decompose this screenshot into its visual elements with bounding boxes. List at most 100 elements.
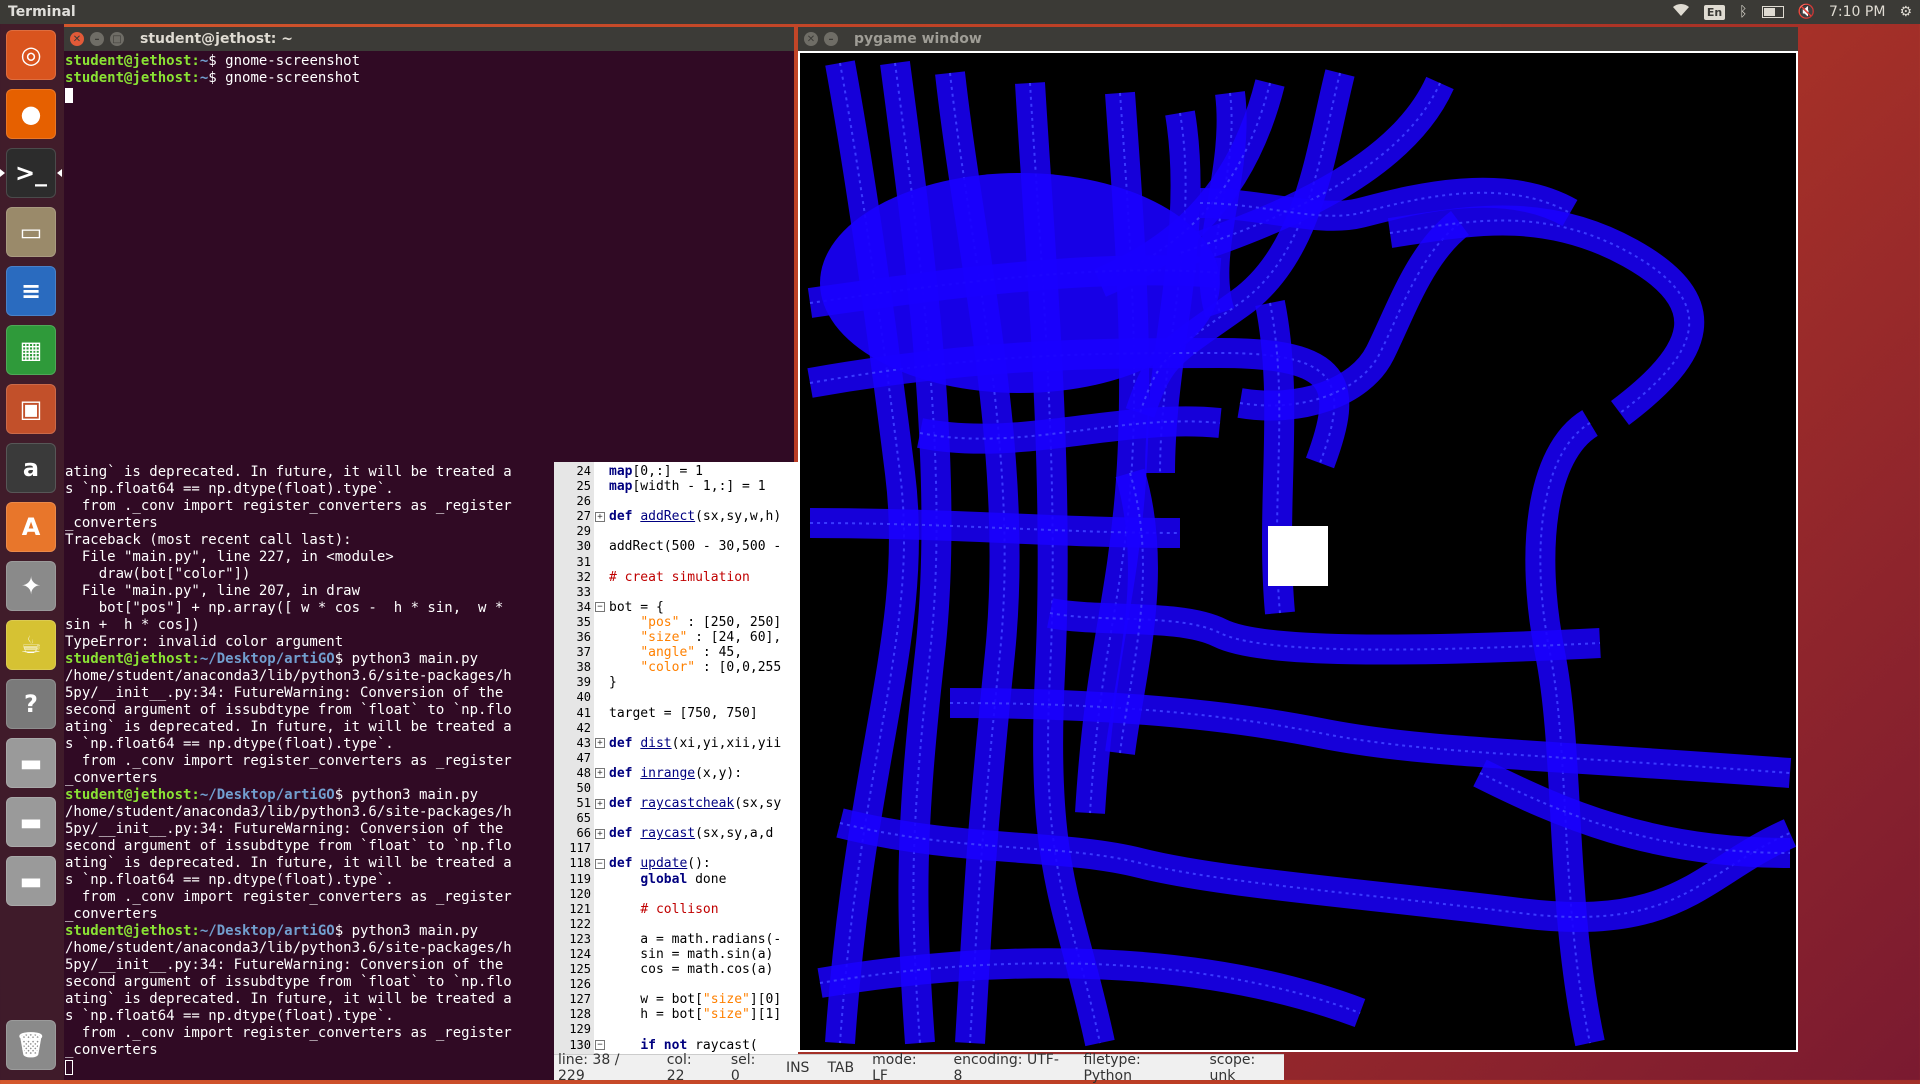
fold-collapse-icon[interactable]: − [595,602,605,613]
prompt-path: ~/Desktop/artiGO [199,923,335,939]
software-center-icon[interactable]: A [6,502,56,552]
code-line[interactable]: 51 + def raycastcheak(sx,sy [554,796,782,812]
code-line[interactable]: 119 global done [554,872,781,887]
ubuntu-dash-icon[interactable]: ◎ [6,30,56,80]
minimize-icon[interactable]: – [90,32,104,46]
code-line[interactable]: 130− if not raycast( [554,1038,781,1053]
code-line[interactable]: 126 [554,977,781,992]
code-line[interactable]: 120 [554,887,781,902]
terminal-line: s `np.float64 == np.dtype(float).type`. [65,736,394,752]
code-line[interactable]: 66 + def raycast(sx,sy,a,d [554,826,781,841]
fold-collapse-icon[interactable]: − [595,1040,605,1051]
code-token: : [0,0,255 [695,660,782,676]
keyboard-language-indicator[interactable]: En [1703,4,1726,20]
battery-icon[interactable] [1761,6,1784,18]
code-line[interactable]: 40 [554,690,781,705]
code-editor[interactable]: 24 map[0,:] = 1 25 map[width - 1,:] = 1 26 27… [554,462,798,1054]
code-token: (sx,sy [734,796,782,812]
code-line[interactable]: 128 h = bot["size"][1] [554,1007,781,1022]
code-line[interactable]: 29 [554,524,781,539]
files-icon[interactable]: ▭ [6,207,56,257]
code-line[interactable]: 118− def update(): [554,856,781,871]
writer-icon[interactable]: ≡ [6,266,56,316]
code-line[interactable]: 43 + def dist(xi,yi,xii,yii [554,736,782,751]
disk-1-icon[interactable]: ▬ [6,738,56,788]
code-line[interactable]: 121 # collison [554,902,781,917]
fold-expand-icon[interactable]: + [595,738,605,749]
trash-icon[interactable]: 🗑 [6,1020,56,1070]
code-line[interactable]: 47 [554,751,781,766]
calc-icon[interactable]: ▦ [6,325,56,375]
terminal-output[interactable]: student@jethost:~$ gnome-screenshot stude… [64,51,794,106]
code-line[interactable]: 37 "angle" : 45, [554,645,781,660]
code-line[interactable]: 38 "color" : [0,0,255 [554,660,782,676]
bot-trail [917,406,1222,454]
code-line[interactable]: 34− bot = { [554,600,781,615]
code-line[interactable]: 65 [554,811,781,826]
fold-expand-icon[interactable]: + [595,768,605,779]
code-line[interactable]: 122 [554,917,781,932]
close-icon[interactable]: ✕ [804,32,818,46]
prompt-command: $ python3 main.py [334,787,479,803]
line-number: 125 [569,962,591,977]
code-line[interactable]: 123 a = math.radians(- [554,932,781,947]
code-line[interactable]: 30 addRect(500 - 30,500 - [554,539,782,554]
terminal-line: Traceback (most recent call last): [65,532,352,548]
code-line[interactable]: 33 [554,585,781,600]
terminal-window[interactable]: ✕ – □ student@jethost: ~ student@jethost… [64,27,794,462]
code-line[interactable]: 41 target = [750, 750] [554,706,781,721]
code-line[interactable]: 35 "pos" : [250, 250] [554,615,782,630]
bluetooth-icon[interactable]: ᛒ [1739,4,1747,20]
help-icon[interactable]: ? [6,679,56,729]
amazon-icon[interactable]: a [6,443,56,493]
code-text: map[0,:] = 1 [609,464,703,479]
tea-pot-icon[interactable]: ☕ [6,620,56,670]
fold-expand-icon[interactable]: + [595,798,605,809]
terminal-background-window[interactable]: ating` is deprecated. In future, it will… [64,462,554,1080]
firefox-icon[interactable]: ● [6,89,56,139]
active-app-title[interactable]: Terminal [8,4,76,20]
code-line[interactable]: 27 + def addRect(sx,sy,w,h) [554,509,782,524]
line-number: 29 [576,524,591,539]
fold-expand-icon[interactable]: + [595,511,605,522]
clock[interactable]: 7:10 PM [1829,4,1885,20]
wifi-icon[interactable] [1672,3,1690,21]
code-line[interactable]: 42 [554,721,781,736]
code-line[interactable]: 39} [554,675,781,690]
pygame-window[interactable]: ✕ – pygame window [798,27,1798,1052]
minimize-icon[interactable]: – [824,32,838,46]
fold-expand-icon[interactable]: + [595,828,605,839]
impress-icon[interactable]: ▣ [6,384,56,434]
code-line[interactable]: 125 cos = math.cos(a) [554,962,781,977]
terminal-titlebar[interactable]: ✕ – □ student@jethost: ~ [64,27,794,51]
code-line[interactable]: 25 map[width - 1,:] = 1 [554,479,781,494]
maximize-icon[interactable]: □ [110,32,124,46]
disk-2-icon[interactable]: ▬ [6,797,56,847]
code-line[interactable]: 36 "size" : [24, 60], [554,630,782,645]
code-line[interactable]: 32 # creat simulation [554,570,781,585]
code-line[interactable]: 50 [554,781,781,796]
settings-gear-icon[interactable]: ⚙ [1899,4,1912,20]
code-line[interactable]: 124 sin = math.sin(a) [554,947,781,962]
code-text: a = math.radians(- [609,932,781,947]
terminal-output: ating` is deprecated. In future, it will… [64,462,554,1078]
disk-3-icon[interactable]: ▬ [6,856,56,906]
fold-collapse-icon[interactable]: − [595,858,605,869]
terminal-line: _converters [65,770,158,786]
code-text: # collison [609,902,718,917]
simulation-canvas[interactable] [800,53,1797,1050]
close-icon[interactable]: ✕ [70,32,84,46]
line-number: 36 [576,630,591,645]
terminal-icon[interactable]: >_ [0,148,62,198]
code-line[interactable]: 24 map[0,:] = 1 [554,464,781,479]
code-line[interactable]: 129 [554,1022,781,1037]
code-area[interactable]: 24 map[0,:] = 1 25 map[width - 1,:] = 1 26 27… [554,464,781,1053]
code-line[interactable]: 117 [554,841,781,856]
pygame-titlebar[interactable]: ✕ – pygame window [798,27,1798,51]
code-line[interactable]: 26 [554,494,781,509]
code-line[interactable]: 127 w = bot["size"][0] [554,992,781,1007]
code-line[interactable]: 31 [554,555,781,570]
system-settings-icon[interactable]: ✦ [6,561,56,611]
code-line[interactable]: 48 + def inrange(x,y): [554,766,781,781]
volume-muted-icon[interactable]: 🔇 [1798,4,1815,20]
